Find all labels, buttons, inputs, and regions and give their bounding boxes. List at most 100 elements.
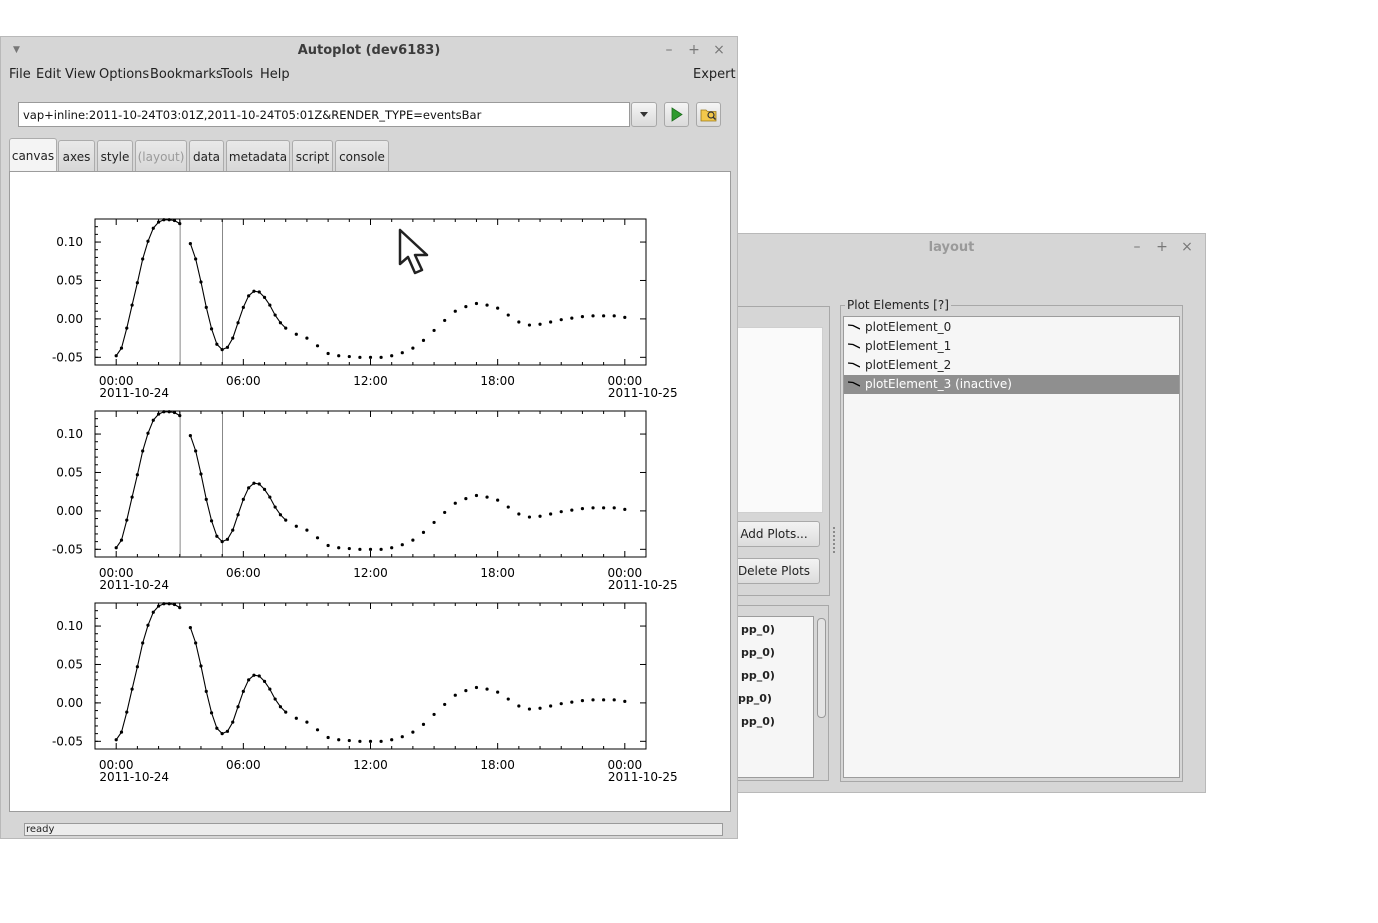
data-point: [194, 641, 198, 645]
plot-elements-list[interactable]: plotElement_0 plotElement_1 plotElement_…: [843, 316, 1180, 778]
list-item[interactable]: plotElement_0: [844, 318, 1179, 337]
data-point: [167, 602, 171, 606]
data-source-input[interactable]: [18, 102, 630, 127]
menu-file[interactable]: File: [9, 67, 31, 82]
data-point: [315, 728, 320, 732]
data-point: [464, 689, 468, 693]
data-point: [474, 685, 479, 690]
data-point: [474, 301, 479, 306]
data-point: [305, 336, 309, 340]
bindings-scrollbar[interactable]: [817, 618, 826, 718]
data-point: [273, 505, 277, 509]
menu-help[interactable]: Help: [260, 67, 290, 82]
title-bar[interactable]: ▼ Autoplot (dev6183) – + ×: [1, 37, 737, 65]
plot-frame: [94, 602, 647, 750]
close-icon[interactable]: ×: [711, 42, 727, 58]
data-point: [506, 697, 510, 701]
data-point: [623, 507, 627, 511]
history-dropdown-button[interactable]: [631, 102, 657, 127]
tab-axes[interactable]: axes: [58, 140, 95, 171]
x-tick-label: 06:00: [226, 566, 261, 580]
list-item-selected[interactable]: plotElement_3 (inactive): [844, 375, 1179, 394]
data-point: [199, 664, 203, 668]
plot-frame: [94, 410, 647, 558]
data-point: [347, 738, 351, 743]
tab-metadata[interactable]: metadata: [226, 140, 290, 171]
browse-button[interactable]: [696, 102, 721, 127]
menu-options[interactable]: Options: [99, 67, 149, 82]
main-window[interactable]: ▼ Autoplot (dev6183) – + × File Edit Vie…: [0, 36, 738, 839]
data-point: [278, 705, 283, 709]
data-point: [141, 257, 145, 261]
minimize-icon[interactable]: –: [1129, 239, 1145, 255]
tab-script[interactable]: script: [292, 140, 333, 171]
tab-layout[interactable]: (layout): [135, 140, 187, 171]
data-point: [146, 623, 150, 627]
menu-bookmarks[interactable]: Bookmarks: [150, 67, 223, 82]
data-point: [119, 730, 124, 734]
delete-plots-button[interactable]: Delete Plots: [738, 558, 820, 584]
data-point: [188, 433, 192, 438]
plot-elements-label[interactable]: Plot Elements [?]: [845, 298, 951, 312]
plot-go-button[interactable]: [664, 102, 689, 127]
minimize-icon[interactable]: –: [661, 42, 677, 58]
series-line: [116, 604, 625, 740]
maximize-icon[interactable]: +: [686, 42, 702, 58]
data-point: [247, 486, 251, 490]
plots-list[interactable]: [738, 327, 823, 513]
data-point: [623, 699, 627, 703]
add-plots-button[interactable]: Add Plots...: [738, 521, 820, 547]
menu-bar: File Edit View Options Bookmarks Tools H…: [1, 65, 737, 85]
data-point: [220, 540, 224, 544]
data-point: [156, 412, 161, 416]
list-item[interactable]: plotElement_1: [844, 337, 1179, 356]
close-icon[interactable]: ×: [1179, 239, 1195, 255]
data-point: [209, 711, 214, 715]
data-point: [220, 348, 224, 352]
tab-canvas[interactable]: canvas: [9, 138, 57, 171]
bindings-list[interactable]: pp_0) pp_0) pp_0) pp_0) pp_0): [738, 616, 814, 778]
expert-menu[interactable]: Expert: [693, 67, 736, 82]
x-tick-date-label: 2011-10-24: [99, 578, 169, 592]
data-point: [347, 546, 351, 551]
data-point: [204, 305, 208, 309]
data-point: [390, 738, 394, 742]
x-tick-date-label: 2011-10-24: [99, 770, 169, 784]
data-point: [411, 346, 415, 350]
data-point: [252, 289, 256, 293]
data-point: [135, 281, 139, 285]
menu-edit[interactable]: Edit: [36, 67, 61, 82]
data-point: [135, 473, 139, 477]
maximize-icon[interactable]: +: [1154, 239, 1170, 255]
tab-console[interactable]: console: [335, 140, 389, 171]
y-tick-label: 0.10: [56, 427, 83, 441]
layout-window[interactable]: layout – + × Add Plots... Delete Plots p…: [737, 233, 1206, 793]
menu-view[interactable]: View: [65, 67, 96, 82]
data-point: [305, 528, 309, 532]
data-point: [162, 410, 166, 414]
layout-title-bar[interactable]: layout – + ×: [738, 234, 1205, 262]
plot-canvas[interactable]: 0.10 0.05 0.00 -0.05 00:00 2011-10-24 06:00 12:…: [9, 171, 731, 812]
x-tick-label: 18:00: [480, 374, 515, 388]
status-bar: ready: [24, 823, 723, 836]
series-line: [116, 220, 625, 356]
tab-data[interactable]: data: [189, 140, 224, 171]
data-point: [135, 665, 139, 669]
data-point: [278, 321, 283, 325]
data-point: [443, 702, 447, 707]
data-point: [204, 689, 208, 693]
plots-svg[interactable]: 0.100.050.00-0.0500:002011-10-2406:00 12:…: [10, 172, 730, 811]
menu-tools[interactable]: Tools: [221, 67, 253, 82]
data-point: [443, 510, 447, 515]
data-point: [294, 524, 298, 528]
tab-style[interactable]: style: [97, 140, 133, 171]
data-point: [268, 495, 272, 499]
data-point: [612, 698, 616, 702]
splitter-handle[interactable]: [833, 527, 835, 553]
data-point: [315, 344, 320, 348]
data-point: [549, 704, 553, 708]
x-tick-label: 12:00: [353, 374, 388, 388]
data-point: [453, 693, 457, 697]
data-point: [151, 226, 155, 230]
list-item[interactable]: plotElement_2: [844, 356, 1179, 375]
